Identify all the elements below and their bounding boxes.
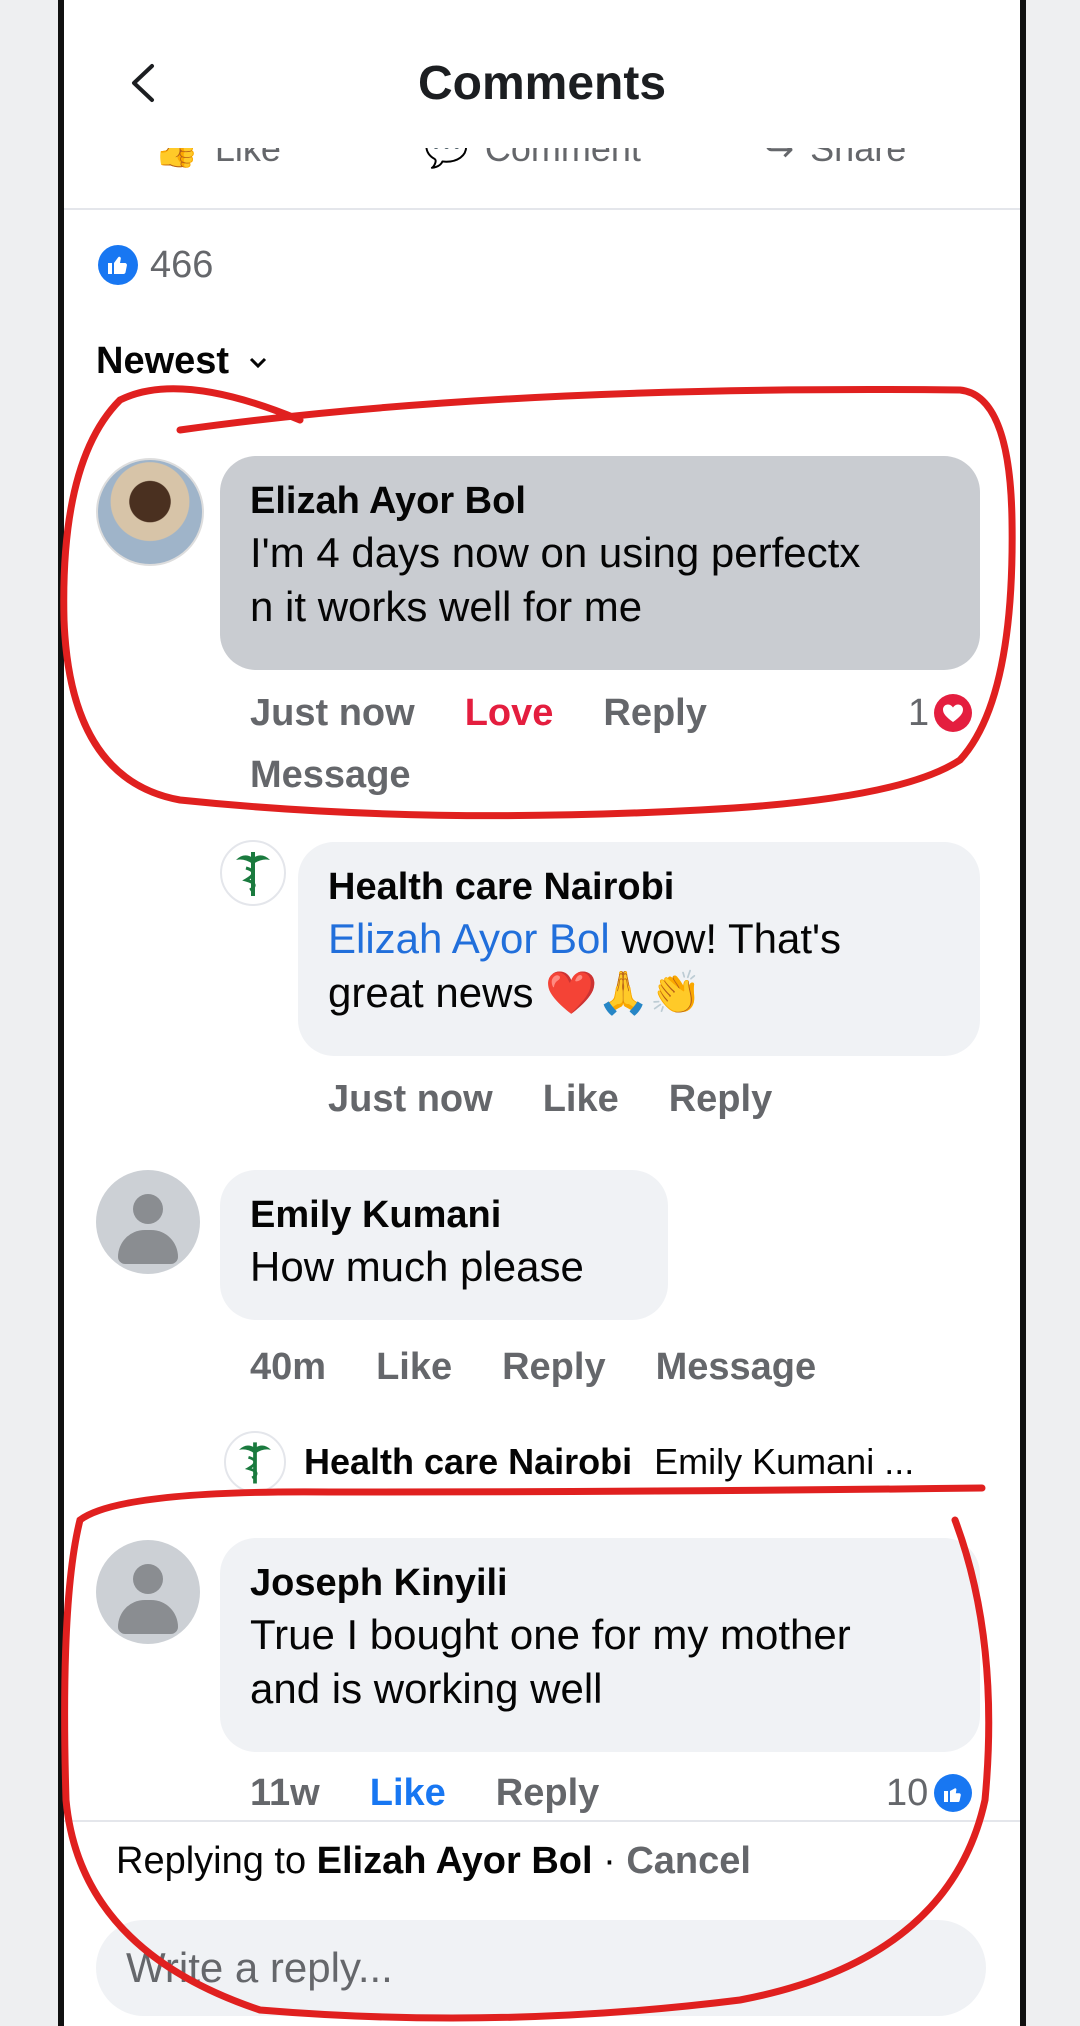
reply-button[interactable]: Reply — [496, 1772, 599, 1814]
avatar[interactable] — [96, 1540, 200, 1644]
comment-author[interactable]: Joseph Kinyili — [250, 1560, 950, 1608]
comment-time: Just now — [250, 692, 415, 734]
comment-time: 40m — [250, 1346, 327, 1388]
caduceus-logo-icon — [239, 1442, 271, 1484]
avatar — [224, 1431, 286, 1493]
reply-bubble: Health care Nairobi Elizah Ayor Bol wow!… — [298, 842, 980, 1056]
cancel-reply-button[interactable]: Cancel — [626, 1840, 751, 1882]
like-button[interactable]: Like — [370, 1772, 446, 1814]
comment-actions: Just now Love Reply — [250, 692, 757, 735]
comment-text: Elizah Ayor Bol wow! That's — [328, 914, 842, 962]
heart-reaction-icon[interactable] — [934, 694, 972, 732]
avatar[interactable] — [96, 458, 204, 566]
mention-link[interactable]: Elizah Ayor Bol — [328, 915, 610, 962]
avatar[interactable] — [220, 840, 286, 906]
comment-action[interactable]: 💬 Comment — [424, 148, 641, 170]
message-button[interactable]: Message — [656, 1346, 817, 1388]
reply-button[interactable]: Reply — [603, 692, 706, 734]
comment-bubble: Joseph Kinyili True I bought one for my … — [220, 1538, 980, 1752]
like-action[interactable]: 👍 Like — [154, 148, 281, 170]
like-reaction-icon[interactable] — [934, 1774, 972, 1812]
screenshot-frame: Comments 👍 Like 💬 Comment ↪ Share 466 Newes… — [0, 0, 1080, 2026]
header: Comments — [64, 0, 1020, 161]
reply-composer: Replying to Elizah Ayor Bol · Cancel — [64, 1820, 1020, 2026]
comment-text: How much please — [250, 1242, 584, 1290]
comment-text: and is working well — [250, 1665, 603, 1713]
post-action-bar: 👍 Like 💬 Comment ↪ Share — [64, 148, 1020, 210]
reply-input[interactable] — [96, 1920, 986, 2016]
comment-text: True I bought one for my mother — [250, 1610, 851, 1658]
default-avatar-icon — [133, 1194, 163, 1224]
comment-text: I'm 4 days now on using perfectx — [250, 528, 861, 576]
comment-bubble: Elizah Ayor Bol I'm 4 days now on using … — [220, 456, 980, 670]
comment-author[interactable]: Health care Nairobi — [328, 864, 950, 912]
comment-time: 11w — [250, 1772, 320, 1814]
share-arrow-icon: ↪ — [764, 148, 795, 169]
avatar[interactable] — [96, 1170, 200, 1274]
comments-screen: Comments 👍 Like 💬 Comment ↪ Share 466 Newes… — [64, 0, 1020, 2026]
reply-button[interactable]: Reply — [502, 1346, 605, 1388]
comment-bubble: Emily Kumani How much please — [220, 1170, 668, 1320]
default-avatar-icon — [133, 1564, 163, 1594]
thumbs-up-icon: 👍 — [154, 148, 199, 169]
comment-time: Just now — [328, 1078, 493, 1120]
comment-actions: 11w Like Reply — [250, 1772, 649, 1815]
like-reaction-icon — [98, 245, 138, 285]
message-button[interactable]: Message — [250, 754, 411, 797]
comment-text: n it works well for me — [250, 583, 643, 631]
frame-border-right — [1020, 0, 1026, 2026]
comment-author[interactable]: Emily Kumani — [250, 1192, 638, 1240]
comment-author: Health care Nairobi — [304, 1441, 633, 1482]
reply-button[interactable]: Reply — [669, 1078, 772, 1120]
reaction-count: 10 — [886, 1772, 929, 1814]
reaction-count: 1 — [908, 692, 930, 734]
replying-to-label: Replying to Elizah Ayor Bol · Cancel — [116, 1840, 751, 1882]
page-title: Comments — [417, 57, 667, 110]
share-action[interactable]: ↪ Share — [764, 148, 906, 170]
reaction-summary[interactable]: 466 — [98, 240, 213, 290]
reply-preview: Emily Kumani ... — [654, 1441, 915, 1482]
comment-author[interactable]: Elizah Ayor Bol — [250, 478, 950, 526]
love-button[interactable]: Love — [465, 692, 554, 734]
sort-label: Newest — [96, 340, 230, 382]
comment-text: great news ❤️🙏👏 — [328, 969, 703, 1017]
replying-to-name: Elizah Ayor Bol — [316, 1840, 593, 1882]
caduceus-logo-icon — [236, 852, 270, 896]
comment-actions: Just now Like Reply — [328, 1078, 822, 1121]
comment-actions: 40m Like Reply Message — [250, 1346, 866, 1389]
chevron-down-icon — [249, 357, 266, 369]
comment-bubble-icon: 💬 — [424, 148, 469, 169]
view-replies-link[interactable]: Health care Nairobi Emily Kumani ... — [224, 1431, 915, 1493]
reaction-count: 466 — [150, 243, 214, 286]
sort-dropdown[interactable]: Newest — [96, 340, 270, 383]
like-button[interactable]: Like — [543, 1078, 619, 1120]
like-button[interactable]: Like — [376, 1346, 452, 1388]
